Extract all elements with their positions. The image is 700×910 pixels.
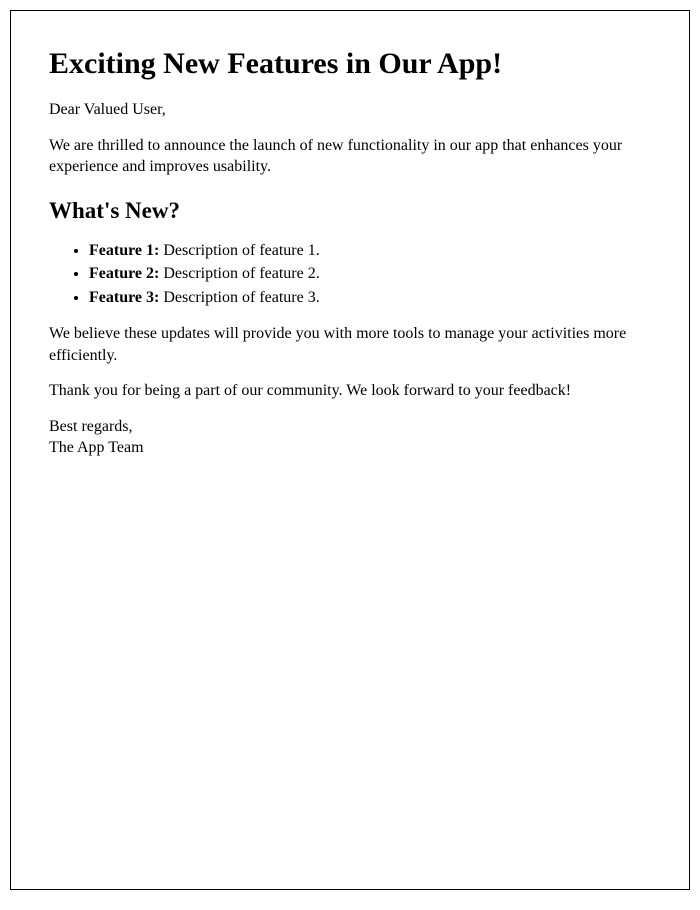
page-title: Exciting New Features in Our App! bbox=[49, 47, 651, 81]
intro-paragraph: We are thrilled to announce the launch o… bbox=[49, 135, 651, 178]
feature-desc: Description of feature 2. bbox=[159, 265, 319, 282]
feature-label: Feature 3: bbox=[89, 289, 159, 306]
feature-list: Feature 1: Description of feature 1. Fea… bbox=[49, 240, 651, 309]
document-page: Exciting New Features in Our App! Dear V… bbox=[10, 10, 690, 890]
list-item: Feature 2: Description of feature 2. bbox=[89, 263, 651, 285]
feature-label: Feature 2: bbox=[89, 265, 159, 282]
section-heading: What's New? bbox=[49, 198, 651, 224]
list-item: Feature 1: Description of feature 1. bbox=[89, 240, 651, 262]
signoff-name: The App Team bbox=[49, 439, 144, 456]
greeting: Dear Valued User, bbox=[49, 99, 651, 121]
thanks-paragraph: Thank you for being a part of our commun… bbox=[49, 380, 651, 402]
list-item: Feature 3: Description of feature 3. bbox=[89, 287, 651, 309]
signoff: Best regards, The App Team bbox=[49, 416, 651, 459]
signoff-label: Best regards, bbox=[49, 416, 651, 438]
feature-desc: Description of feature 3. bbox=[159, 289, 319, 306]
feature-label: Feature 1: bbox=[89, 242, 159, 259]
feature-desc: Description of feature 1. bbox=[159, 242, 319, 259]
belief-paragraph: We believe these updates will provide yo… bbox=[49, 323, 651, 366]
